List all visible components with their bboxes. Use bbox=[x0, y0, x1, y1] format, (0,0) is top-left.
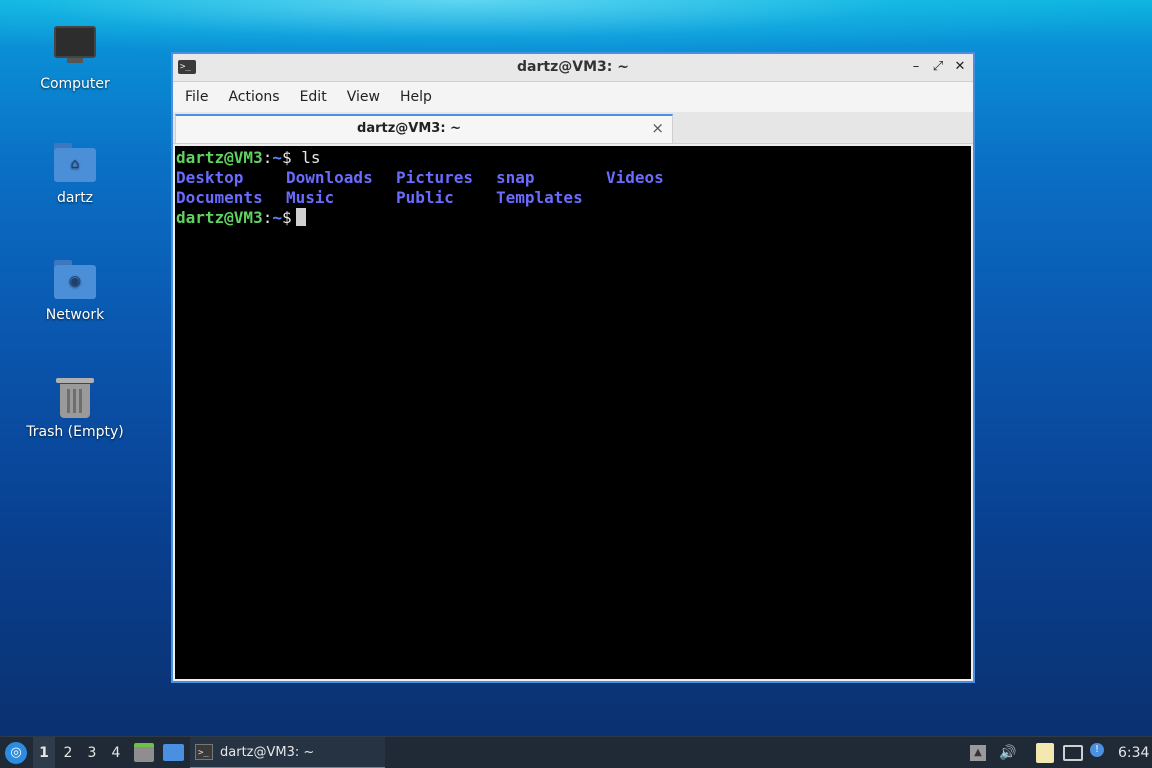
task-label: dartz@VM3: ~ bbox=[220, 745, 315, 760]
close-button[interactable]: ✕ bbox=[951, 58, 969, 76]
desktop-icon-label: Trash (Empty) bbox=[26, 424, 124, 440]
file-manager-launcher-icon[interactable] bbox=[134, 743, 154, 762]
prompt-user: dartz@VM3 bbox=[176, 148, 263, 167]
menu-help[interactable]: Help bbox=[392, 89, 440, 105]
taskbar: ◎ 1 2 3 4 >_ dartz@VM3: ~ ▲ 🔊 ! 6:34 bbox=[0, 736, 1152, 768]
prompt-path: ~ bbox=[272, 148, 282, 167]
dir-entry: Downloads bbox=[286, 168, 373, 187]
prompt-separator: : bbox=[262, 148, 273, 167]
terminal-line: dartz@VM3:~$ bbox=[176, 208, 970, 228]
window-title: dartz@VM3: ~ bbox=[517, 59, 629, 75]
prompt-symbol: $ bbox=[281, 148, 292, 167]
home-folder-icon: ⌂ bbox=[53, 140, 97, 184]
desktop-icon-trash[interactable]: Trash (Empty) bbox=[20, 374, 130, 440]
workspace-3[interactable]: 3 bbox=[81, 737, 103, 768]
dir-entry: snap bbox=[496, 168, 535, 187]
prompt-user: dartz@VM3 bbox=[176, 208, 263, 227]
workspace-4[interactable]: 4 bbox=[105, 737, 127, 768]
dir-entry: Videos bbox=[606, 168, 664, 187]
notification-icon[interactable]: ! bbox=[1090, 743, 1104, 757]
prompt-symbol: $ bbox=[281, 208, 292, 227]
desktop-icon-computer[interactable]: Computer bbox=[20, 24, 130, 92]
desktop-icon-network[interactable]: ◉ Network bbox=[20, 257, 130, 323]
dir-entry: Desktop bbox=[176, 168, 244, 187]
workspace-2[interactable]: 2 bbox=[57, 737, 79, 768]
upload-tray-icon[interactable]: ▲ bbox=[970, 745, 986, 761]
terminal-line: dartz@VM3:~$ ls bbox=[176, 148, 970, 168]
desktop-icon-home[interactable]: ⌂ dartz bbox=[20, 140, 130, 206]
menu-edit[interactable]: Edit bbox=[292, 89, 335, 105]
terminal-cursor bbox=[295, 208, 306, 226]
dir-entry: Templates bbox=[496, 188, 583, 207]
dir-entry: Pictures bbox=[396, 168, 474, 187]
command-text: ls bbox=[301, 148, 321, 167]
show-desktop-icon[interactable] bbox=[163, 744, 184, 761]
prompt-path: ~ bbox=[272, 208, 282, 227]
terminal-output[interactable]: dartz@VM3:~$ ls Desktop Downloads Pictures… bbox=[175, 146, 971, 679]
terminal-tab[interactable]: dartz@VM3: ~ × bbox=[175, 114, 673, 143]
dir-entry: Public bbox=[396, 188, 454, 207]
menu-view[interactable]: View bbox=[339, 89, 388, 105]
computer-icon bbox=[53, 26, 97, 70]
window-titlebar[interactable]: >_ dartz@VM3: ~ – ⤢ ✕ bbox=[173, 54, 973, 82]
tab-bar: dartz@VM3: ~ × bbox=[173, 112, 973, 144]
terminal-window[interactable]: >_ dartz@VM3: ~ – ⤢ ✕ File Actions Edit … bbox=[171, 52, 975, 683]
menu-file[interactable]: File bbox=[177, 89, 216, 105]
desktop-icon-label: dartz bbox=[56, 190, 94, 206]
volume-icon[interactable]: 🔊 bbox=[998, 737, 1018, 768]
tab-close-icon[interactable]: × bbox=[651, 119, 664, 137]
taskbar-task-terminal[interactable]: >_ dartz@VM3: ~ bbox=[190, 737, 385, 768]
menu-actions[interactable]: Actions bbox=[220, 89, 287, 105]
network-folder-icon: ◉ bbox=[53, 257, 97, 301]
workspace-1[interactable]: 1 bbox=[33, 737, 55, 768]
dir-entry: Documents bbox=[176, 188, 263, 207]
dir-entry: Music bbox=[286, 188, 335, 207]
network-status-icon[interactable] bbox=[1063, 745, 1083, 761]
minimize-button[interactable]: – bbox=[907, 58, 925, 76]
desktop-icon-label: Network bbox=[45, 307, 105, 323]
menu-bar: File Actions Edit View Help bbox=[173, 82, 973, 112]
desktop-icon-label: Computer bbox=[40, 76, 110, 92]
terminal-task-icon: >_ bbox=[195, 744, 213, 760]
start-menu-button[interactable]: ◎ bbox=[5, 742, 27, 764]
maximize-button[interactable]: ⤢ bbox=[929, 58, 947, 76]
terminal-line: Desktop Downloads Pictures snap Videos bbox=[176, 168, 970, 188]
prompt-separator: : bbox=[262, 208, 273, 227]
clock[interactable]: 6:34 bbox=[1118, 737, 1149, 768]
tab-label: dartz@VM3: ~ bbox=[357, 121, 461, 136]
clipboard-icon[interactable] bbox=[1036, 743, 1054, 763]
wallpaper-highlight bbox=[0, 0, 1152, 60]
terminal-line: Documents Music Public Templates bbox=[176, 188, 970, 208]
trash-icon bbox=[53, 374, 97, 418]
